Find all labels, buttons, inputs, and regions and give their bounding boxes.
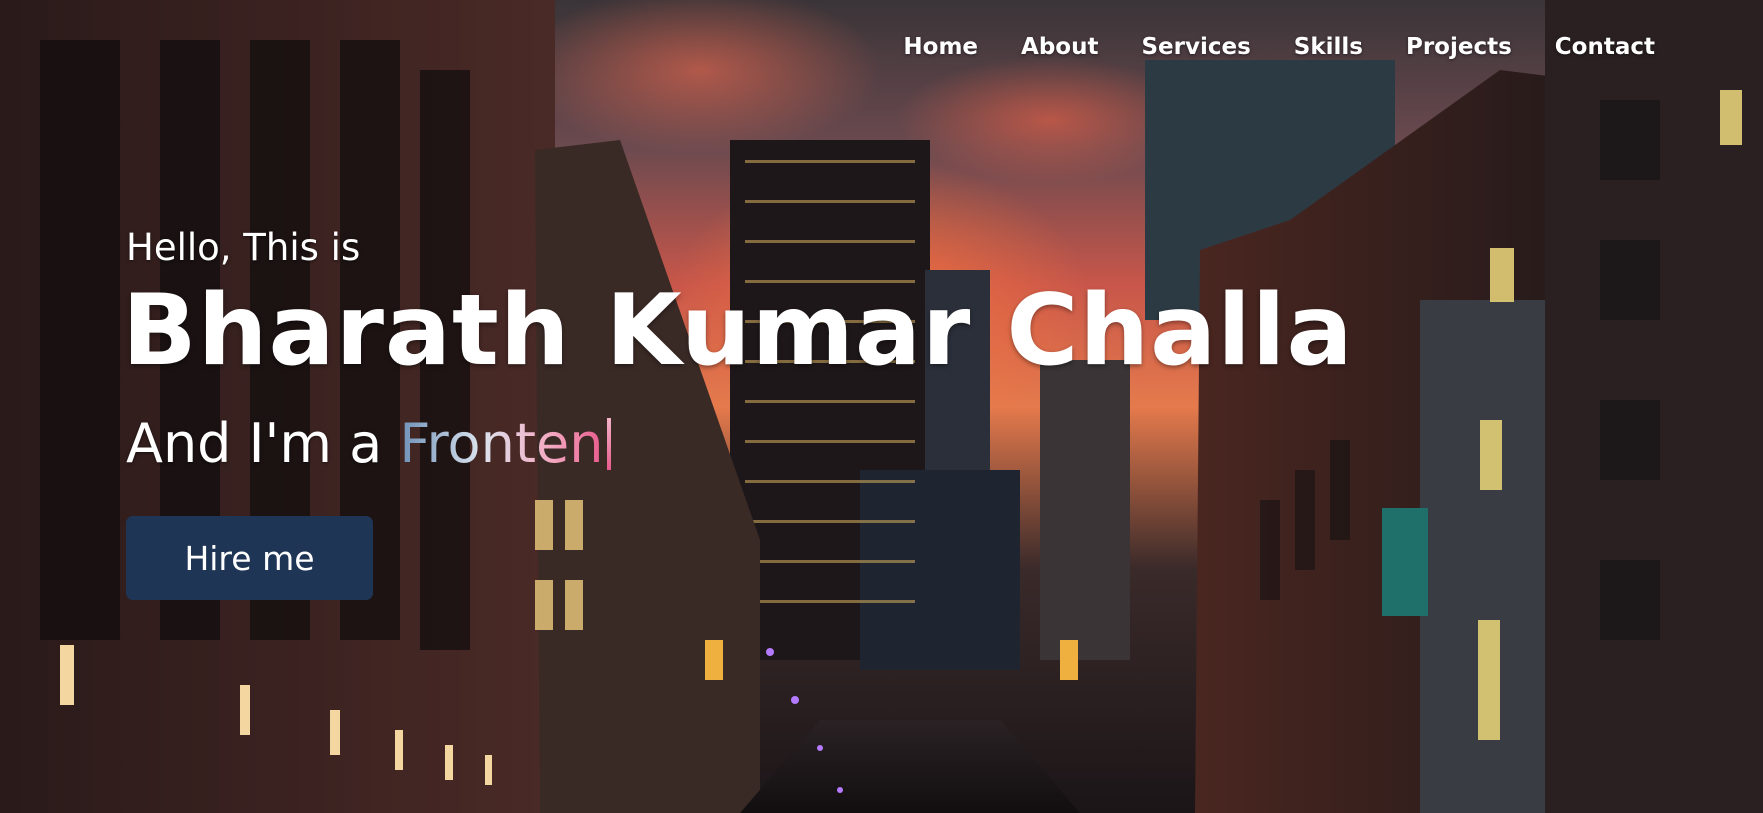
typing-cursor [607, 418, 612, 470]
hero-section: Home About Services Skills Projects Cont… [0, 0, 1763, 813]
nav-services-link[interactable]: Services [1141, 34, 1250, 60]
hero-greeting: Hello, This is [126, 226, 361, 269]
role-prefix: And I'm a [126, 412, 400, 475]
nav-home-link[interactable]: Home [903, 34, 978, 60]
nav-about-link[interactable]: About [1021, 34, 1098, 60]
hire-me-button[interactable]: Hire me [126, 516, 373, 600]
hero-name: Bharath Kumar Challa [122, 274, 1354, 388]
city-background-image [0, 0, 1763, 813]
nav-contact-link[interactable]: Contact [1555, 34, 1655, 60]
nav-projects-link[interactable]: Projects [1406, 34, 1512, 60]
nav-skills-link[interactable]: Skills [1294, 34, 1363, 60]
main-nav: Home About Services Skills Projects Cont… [903, 34, 1655, 60]
typed-role-text: Fronten [399, 412, 604, 475]
hero-role-line: And I'm a Fronten [126, 412, 612, 475]
